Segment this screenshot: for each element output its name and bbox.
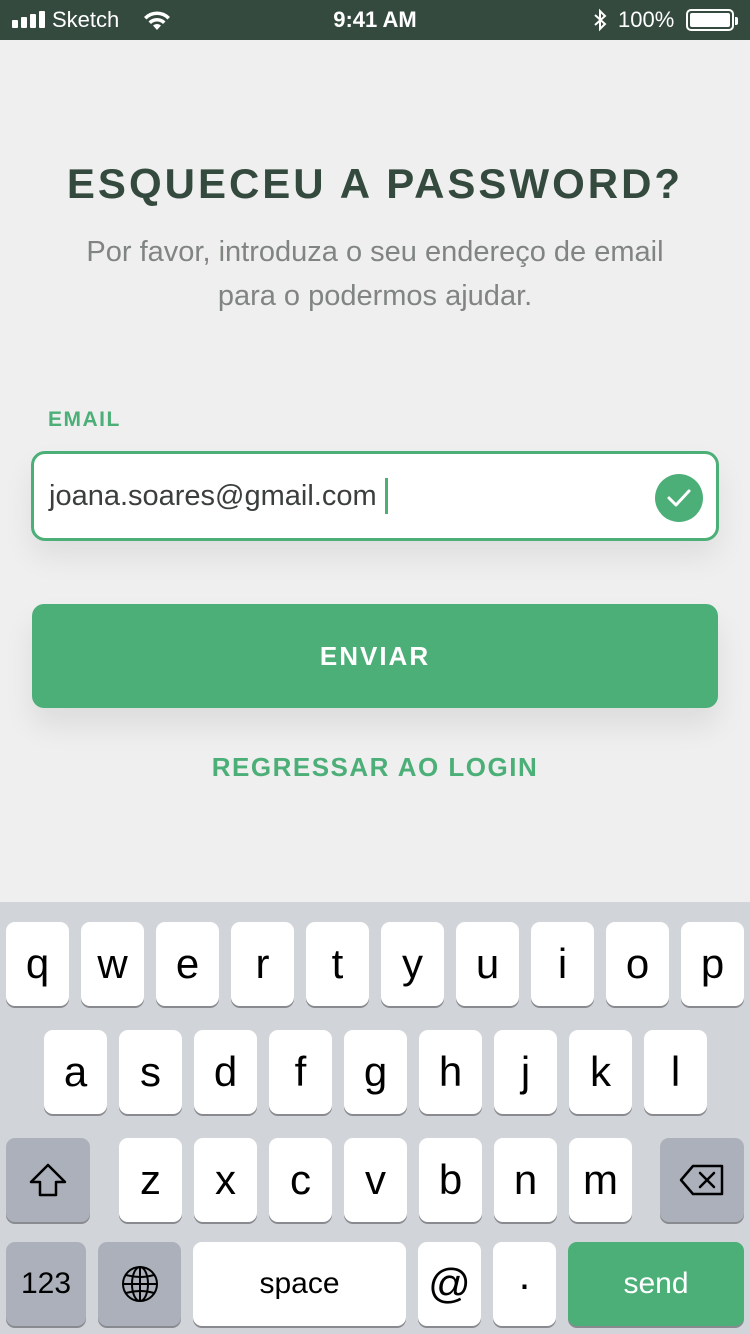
key-a[interactable]: a — [44, 1030, 107, 1114]
dot-key[interactable]: · — [493, 1242, 556, 1326]
shift-icon — [29, 1163, 67, 1197]
key-u[interactable]: u — [456, 922, 519, 1006]
globe-key[interactable] — [98, 1242, 181, 1326]
backspace-icon — [679, 1164, 724, 1196]
key-q[interactable]: q — [6, 922, 69, 1006]
numbers-key[interactable]: 123 — [6, 1242, 86, 1326]
text-cursor — [384, 478, 388, 514]
key-v[interactable]: v — [344, 1138, 407, 1222]
send-button[interactable]: ENVIAR — [32, 604, 718, 708]
email-label: EMAIL — [48, 408, 121, 431]
at-key[interactable]: @ — [418, 1242, 481, 1326]
key-n[interactable]: n — [494, 1138, 557, 1222]
key-f[interactable]: f — [269, 1030, 332, 1114]
key-x[interactable]: x — [194, 1138, 257, 1222]
key-d[interactable]: d — [194, 1030, 257, 1114]
battery-icon — [686, 0, 738, 40]
key-z[interactable]: z — [119, 1138, 182, 1222]
key-s[interactable]: s — [119, 1030, 182, 1114]
key-w[interactable]: w — [81, 922, 144, 1006]
key-i[interactable]: i — [531, 922, 594, 1006]
email-input-value[interactable]: joana.soares@gmail.com — [49, 480, 377, 513]
page-subtitle: Por favor, introduza o seu endereço de e… — [50, 230, 700, 318]
key-l[interactable]: l — [644, 1030, 707, 1114]
backspace-key[interactable] — [660, 1138, 744, 1222]
key-k[interactable]: k — [569, 1030, 632, 1114]
key-c[interactable]: c — [269, 1138, 332, 1222]
key-h[interactable]: h — [419, 1030, 482, 1114]
shift-key[interactable] — [6, 1138, 90, 1222]
key-j[interactable]: j — [494, 1030, 557, 1114]
subtitle-line-2: para o podermos ajudar. — [217, 280, 533, 312]
keyboard: q w e r t y u i o p a s d f g h j k l z … — [0, 902, 750, 1334]
key-o[interactable]: o — [606, 922, 669, 1006]
email-field[interactable]: joana.soares@gmail.com — [31, 451, 719, 541]
key-y[interactable]: y — [381, 922, 444, 1006]
key-b[interactable]: b — [419, 1138, 482, 1222]
subtitle-line-1: Por favor, introduza o seu endereço de e… — [86, 236, 664, 268]
status-bar: Sketch 9:41 AM 100% — [0, 0, 750, 40]
globe-icon — [121, 1266, 158, 1302]
check-circle-icon — [655, 474, 703, 522]
page-title: ESQUECEU A PASSWORD? — [66, 160, 684, 207]
key-g[interactable]: g — [344, 1030, 407, 1114]
key-p[interactable]: p — [681, 922, 744, 1006]
battery-percent: 100% — [618, 7, 675, 32]
key-r[interactable]: r — [231, 922, 294, 1006]
back-to-login-link[interactable]: REGRESSAR AO LOGIN — [0, 752, 750, 783]
key-m[interactable]: m — [569, 1138, 632, 1222]
space-key[interactable]: space — [193, 1242, 406, 1326]
keyboard-send-key[interactable]: send — [568, 1242, 744, 1326]
bluetooth-icon — [592, 0, 608, 40]
key-t[interactable]: t — [306, 922, 369, 1006]
key-e[interactable]: e — [156, 922, 219, 1006]
email-input-value-wrap[interactable]: joana.soares@gmail.com — [49, 454, 388, 538]
